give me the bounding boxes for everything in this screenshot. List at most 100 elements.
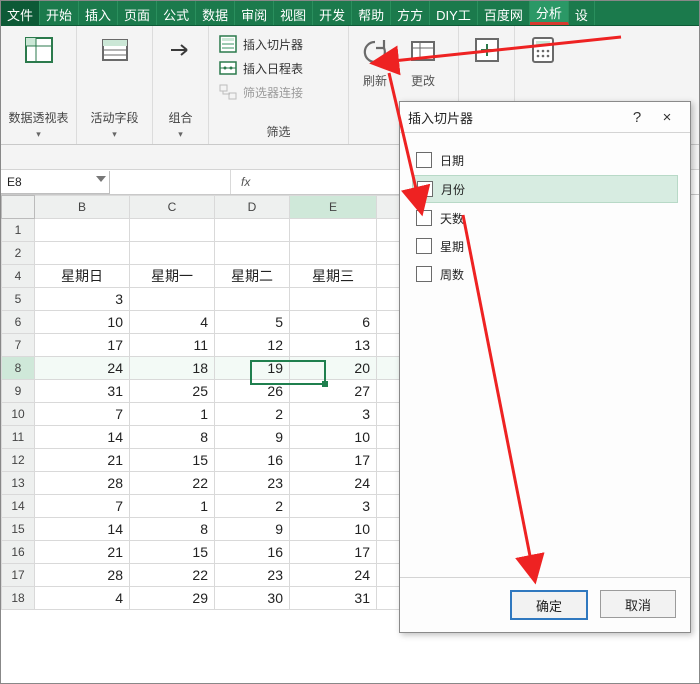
cell[interactable] bbox=[290, 288, 377, 311]
cell[interactable]: 9 bbox=[215, 518, 290, 541]
ok-button[interactable]: 确定 bbox=[510, 590, 588, 620]
checkbox[interactable] bbox=[416, 266, 432, 282]
row-header[interactable]: 1 bbox=[2, 219, 35, 242]
cell[interactable]: 22 bbox=[130, 564, 215, 587]
cell[interactable] bbox=[290, 242, 377, 265]
cell[interactable]: 14 bbox=[35, 426, 130, 449]
cell[interactable]: 21 bbox=[35, 449, 130, 472]
tab-1[interactable]: 插入 bbox=[79, 1, 118, 25]
cell[interactable]: 24 bbox=[290, 472, 377, 495]
cell[interactable]: 16 bbox=[215, 541, 290, 564]
cell[interactable]: 10 bbox=[290, 518, 377, 541]
cell[interactable]: 10 bbox=[35, 311, 130, 334]
cell[interactable]: 1 bbox=[130, 403, 215, 426]
cell[interactable]: 21 bbox=[35, 541, 130, 564]
cell[interactable]: 19 bbox=[215, 357, 290, 380]
checkbox[interactable] bbox=[416, 238, 432, 254]
cell[interactable]: 29 bbox=[130, 587, 215, 610]
dialog-help-button[interactable]: ? bbox=[622, 109, 652, 126]
row-header[interactable]: 6 bbox=[2, 311, 35, 334]
filter-connections-button[interactable]: 筛选器连接 bbox=[213, 80, 309, 104]
name-box[interactable]: E8 bbox=[1, 171, 110, 194]
row-header[interactable]: 9 bbox=[2, 380, 35, 403]
cell[interactable] bbox=[35, 242, 130, 265]
cell[interactable]: 5 bbox=[215, 311, 290, 334]
cell[interactable] bbox=[130, 242, 215, 265]
slicer-field-row[interactable]: ✓月份 bbox=[412, 175, 678, 203]
cell[interactable]: 7 bbox=[35, 403, 130, 426]
cell[interactable] bbox=[130, 288, 215, 311]
row-header[interactable]: 15 bbox=[2, 518, 35, 541]
cell[interactable]: 23 bbox=[215, 472, 290, 495]
operate-button[interactable] bbox=[465, 30, 509, 70]
tab-9[interactable]: 方方 bbox=[391, 1, 430, 25]
tab-file[interactable]: 文件 bbox=[1, 1, 40, 25]
cell[interactable] bbox=[215, 242, 290, 265]
cell[interactable]: 9 bbox=[215, 426, 290, 449]
cell[interactable]: 6 bbox=[290, 311, 377, 334]
column-header[interactable]: D bbox=[215, 196, 290, 219]
cell[interactable]: 28 bbox=[35, 564, 130, 587]
cell[interactable]: 12 bbox=[215, 334, 290, 357]
row-header[interactable]: 11 bbox=[2, 426, 35, 449]
change-source-button[interactable]: 更改 bbox=[401, 30, 445, 93]
cell[interactable] bbox=[215, 288, 290, 311]
cell[interactable]: 11 bbox=[130, 334, 215, 357]
row-header[interactable]: 7 bbox=[2, 334, 35, 357]
cell[interactable]: 24 bbox=[35, 357, 130, 380]
cell[interactable]: 18 bbox=[130, 357, 215, 380]
tab-8[interactable]: 帮助 bbox=[352, 1, 391, 25]
row-header[interactable]: 13 bbox=[2, 472, 35, 495]
cell[interactable]: 7 bbox=[35, 495, 130, 518]
table-header-cell[interactable]: 星期一 bbox=[130, 265, 215, 288]
cell[interactable]: 31 bbox=[290, 587, 377, 610]
cell[interactable]: 17 bbox=[35, 334, 130, 357]
slicer-field-row[interactable]: 星期 bbox=[412, 233, 678, 259]
row-header[interactable]: 4 bbox=[2, 265, 35, 288]
cell[interactable]: 27 bbox=[290, 380, 377, 403]
tab-4[interactable]: 数据 bbox=[196, 1, 235, 25]
calc-button[interactable] bbox=[521, 30, 565, 70]
cell[interactable]: 17 bbox=[290, 541, 377, 564]
cell[interactable]: 10 bbox=[290, 426, 377, 449]
cell[interactable] bbox=[215, 219, 290, 242]
cell[interactable]: 2 bbox=[215, 495, 290, 518]
cell[interactable]: 3 bbox=[35, 288, 130, 311]
checkbox[interactable]: ✓ bbox=[417, 181, 433, 197]
cell[interactable]: 3 bbox=[290, 495, 377, 518]
row-header[interactable]: 8 bbox=[2, 357, 35, 380]
tab-0[interactable]: 开始 bbox=[40, 1, 79, 25]
slicer-field-row[interactable]: 天数 bbox=[412, 205, 678, 231]
cell[interactable]: 25 bbox=[130, 380, 215, 403]
row-header[interactable]: 5 bbox=[2, 288, 35, 311]
column-header[interactable]: B bbox=[35, 196, 130, 219]
tab-3[interactable]: 公式 bbox=[157, 1, 196, 25]
row-header[interactable]: 14 bbox=[2, 495, 35, 518]
cell[interactable]: 4 bbox=[35, 587, 130, 610]
row-header[interactable]: 17 bbox=[2, 564, 35, 587]
tab-6[interactable]: 视图 bbox=[274, 1, 313, 25]
cancel-button[interactable]: 取消 bbox=[600, 590, 676, 618]
tab-5[interactable]: 审阅 bbox=[235, 1, 274, 25]
tab-7[interactable]: 开发 bbox=[313, 1, 352, 25]
cell[interactable]: 28 bbox=[35, 472, 130, 495]
row-header[interactable]: 16 bbox=[2, 541, 35, 564]
tab-12[interactable]: 分析 bbox=[530, 1, 569, 25]
tab-2[interactable]: 页面 bbox=[118, 1, 157, 25]
row-header[interactable]: 12 bbox=[2, 449, 35, 472]
group-button[interactable] bbox=[159, 30, 203, 70]
slicer-field-row[interactable]: 周数 bbox=[412, 261, 678, 287]
row-header[interactable]: 10 bbox=[2, 403, 35, 426]
cell[interactable]: 1 bbox=[130, 495, 215, 518]
cell[interactable]: 31 bbox=[35, 380, 130, 403]
tab-13[interactable]: 设 bbox=[569, 1, 595, 25]
cell[interactable]: 17 bbox=[290, 449, 377, 472]
cell[interactable]: 26 bbox=[215, 380, 290, 403]
pivot-table-button[interactable] bbox=[17, 30, 61, 70]
column-header[interactable]: C bbox=[130, 196, 215, 219]
insert-timeline-button[interactable]: 插入日程表 bbox=[213, 56, 309, 80]
table-header-cell[interactable]: 星期日 bbox=[35, 265, 130, 288]
cell[interactable] bbox=[290, 219, 377, 242]
cell[interactable]: 8 bbox=[130, 426, 215, 449]
cell[interactable] bbox=[35, 219, 130, 242]
